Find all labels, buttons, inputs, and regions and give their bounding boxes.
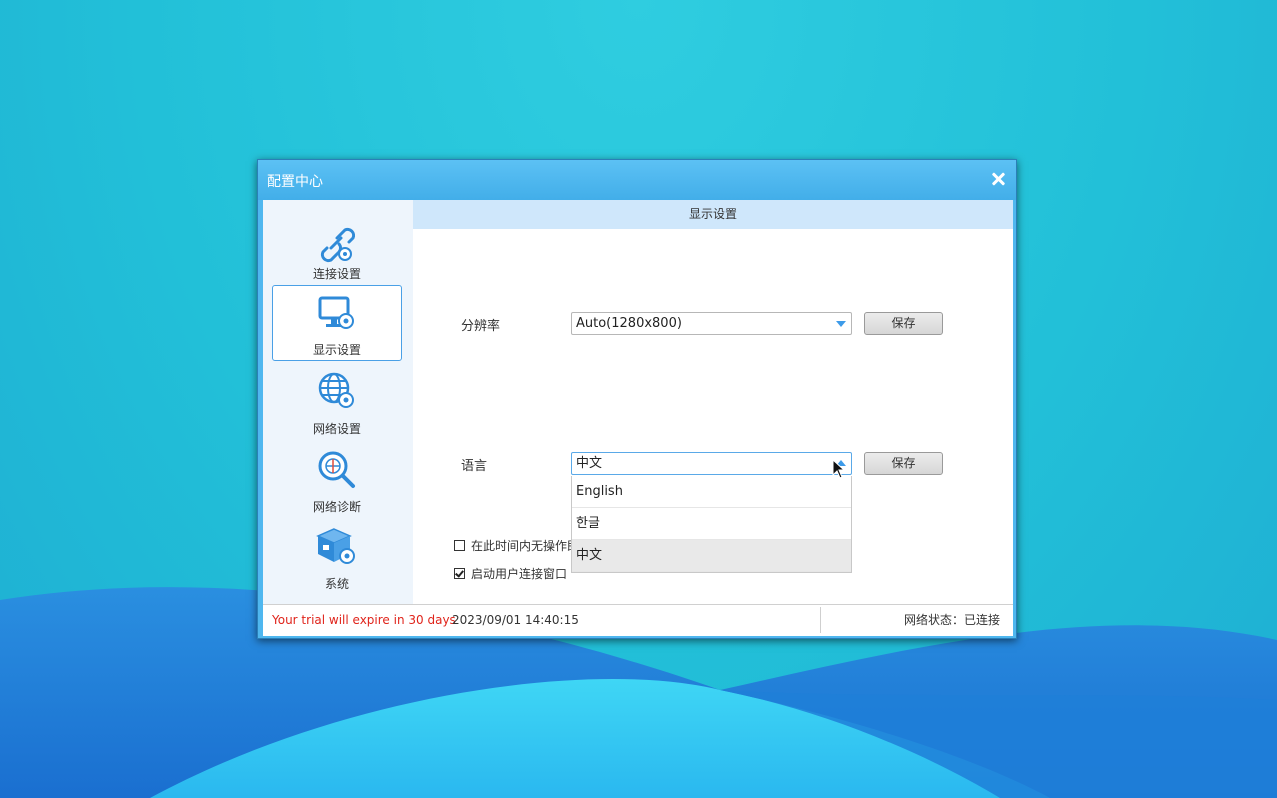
- link-gear-icon: [320, 227, 356, 263]
- save-resolution-button[interactable]: 保存: [864, 312, 943, 335]
- language-dropdown-list: English 한글 中文: [571, 476, 852, 573]
- chevron-down-icon: [836, 321, 846, 327]
- startup-checkbox-label: 启动用户连接窗口: [471, 567, 568, 581]
- startup-checkbox[interactable]: [454, 568, 465, 579]
- language-option-chinese[interactable]: 中文: [572, 540, 851, 572]
- sidebar-item-label: 网络设置: [312, 422, 361, 436]
- language-label: 语言: [461, 459, 488, 474]
- window-title: 配置中心: [267, 174, 323, 190]
- network-status: 网络状态：已连接: [903, 613, 1000, 627]
- magnifier-globe-icon: [318, 451, 355, 488]
- close-icon[interactable]: [988, 168, 1008, 190]
- settings-panel: 显示设置 分辨率 Auto(1280x800) 保存 语言 中文 保存 在此时间…: [413, 200, 1013, 604]
- config-window: 配置中心 连接设置 显示设置 网络设置 网络诊断 系统 显示设置 分辨率 Aut…: [257, 159, 1017, 639]
- box-gear-icon: [316, 528, 355, 564]
- sidebar-item-diagnose[interactable]: 网络诊断: [272, 441, 402, 517]
- sidebar-item-system[interactable]: 系统: [272, 518, 402, 594]
- save-language-button[interactable]: 保存: [864, 452, 943, 475]
- language-option-english[interactable]: English: [572, 476, 851, 508]
- resolution-select[interactable]: Auto(1280x800): [571, 312, 852, 335]
- resolution-label: 分辨率: [461, 319, 501, 334]
- section-header: 显示设置: [413, 200, 1013, 229]
- title-bar[interactable]: 配置中心: [258, 160, 1016, 200]
- language-select[interactable]: 中文: [571, 452, 852, 475]
- sidebar: 连接设置 显示设置 网络设置 网络诊断 系统: [263, 200, 413, 604]
- idle-checkbox-label: 在此时间内无操作即: [471, 539, 580, 553]
- trial-notice: Your trial will expire in 30 days: [272, 613, 456, 627]
- sidebar-item-label: 网络诊断: [312, 500, 361, 514]
- monitor-gear-icon: [318, 296, 354, 329]
- datetime: 2023/09/01 14:40:15: [452, 613, 579, 627]
- resolution-value: Auto(1280x800): [576, 316, 682, 331]
- sidebar-item-network[interactable]: 网络设置: [272, 363, 402, 439]
- idle-checkbox[interactable]: [454, 540, 465, 551]
- sidebar-item-label: 显示设置: [312, 343, 361, 357]
- globe-gear-icon: [318, 372, 354, 408]
- mouse-cursor-icon: [832, 459, 846, 479]
- status-divider: [820, 607, 821, 633]
- sidebar-item-connection[interactable]: 连接设置: [272, 208, 402, 284]
- sidebar-item-label: 系统: [324, 577, 349, 591]
- status-bar: Your trial will expire in 30 days 2023/0…: [263, 604, 1013, 636]
- language-value: 中文: [576, 456, 603, 471]
- language-option-korean[interactable]: 한글: [572, 508, 851, 540]
- sidebar-item-label: 连接设置: [312, 267, 361, 281]
- sidebar-item-display[interactable]: 显示设置: [272, 285, 402, 361]
